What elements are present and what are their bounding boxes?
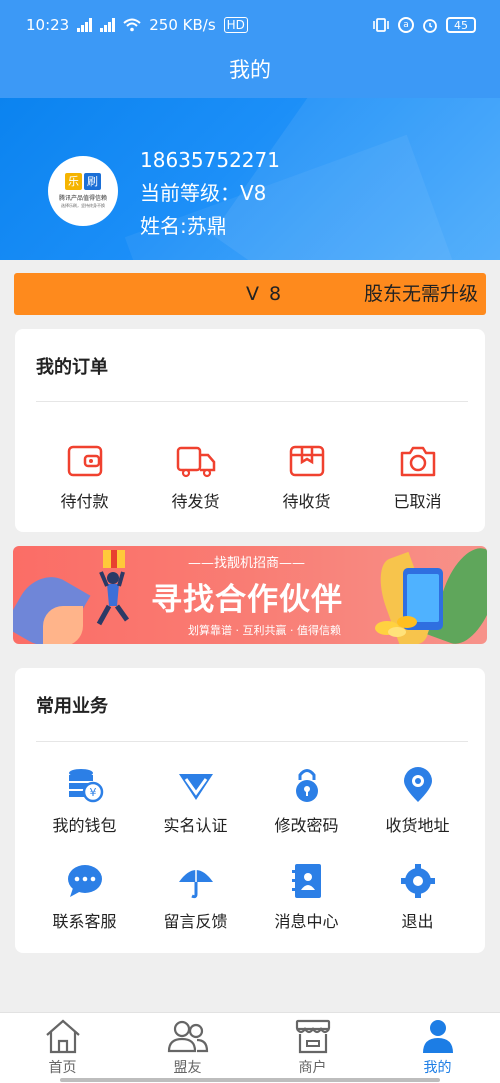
services-row-2: 联系客服 留言反馈 消息中心 退出 [15, 862, 485, 932]
decor-leaf [43, 606, 83, 644]
order-item-to-ship[interactable]: 待发货 [140, 442, 251, 512]
avatar-subline: 选择乐刷，坚持终身不换 [61, 203, 105, 208]
status-right: a 45 [372, 17, 476, 33]
services-title: 常用业务 [36, 696, 108, 717]
level-note: 股东无需升级 [363, 283, 478, 305]
nav-label: 盟友 [173, 1060, 202, 1076]
signal-icon-1 [77, 18, 93, 32]
divider [36, 741, 468, 742]
truck-icon [176, 446, 215, 478]
vibrate-icon [373, 18, 389, 32]
avatar[interactable]: 乐 刷 腾讯产品值得信赖 选择乐刷，坚持终身不换 [48, 156, 118, 226]
status-left: 10:23 250 KB/s HD [26, 16, 248, 34]
service-label: 收货地址 [385, 816, 450, 835]
promo-top-line: ——找靓机招商—— [188, 556, 306, 571]
profile-info: 18635752271 当前等级：V8 姓名:苏鼎 [140, 144, 280, 243]
page-title: 我的 [229, 58, 271, 82]
service-label: 留言反馈 [163, 912, 228, 931]
service-support[interactable]: 联系客服 [29, 862, 140, 932]
location-pin-icon [403, 767, 432, 802]
logo-char: 刷 [84, 173, 101, 190]
service-logout[interactable]: 退出 [362, 862, 473, 932]
user-level: 当前等级：V8 [140, 181, 267, 205]
store-icon [295, 1019, 330, 1054]
bottom-nav: 首页 盟友 商户 我的 [0, 1012, 500, 1083]
service-label: 退出 [401, 912, 434, 931]
order-label: 待收货 [282, 492, 331, 511]
phone-number: 18635752271 [140, 148, 280, 172]
nav-label: 我的 [423, 1060, 452, 1076]
nav-merchants[interactable]: 商户 [250, 1013, 375, 1083]
nav-label: 首页 [48, 1060, 77, 1076]
promo-banner[interactable]: ——找靓机招商—— 寻找合作伙伴 划算靠谱 · 互利共赢 · 值得信赖 [13, 546, 487, 644]
network-speed: 250 KB/s [149, 16, 216, 34]
battery-icon: 45 [446, 17, 476, 33]
signal-icon-2 [100, 18, 116, 32]
wallet-icon [67, 445, 102, 477]
chat-bubble-icon [67, 865, 102, 897]
level-value: V 8 [246, 283, 284, 305]
service-feedback[interactable]: 留言反馈 [140, 862, 251, 932]
service-label: 修改密码 [274, 816, 339, 835]
person-icon [422, 1020, 453, 1053]
order-item-to-receive[interactable]: 待收货 [251, 442, 362, 512]
service-label: 实名认证 [163, 816, 228, 835]
order-item-cancelled[interactable]: 已取消 [362, 442, 473, 512]
clock: 10:23 [26, 16, 70, 34]
package-icon [289, 445, 324, 477]
home-indicator[interactable] [60, 1078, 440, 1082]
orders-title: 我的订单 [36, 357, 108, 378]
nav-home[interactable]: 首页 [0, 1013, 125, 1083]
top-bar: 10:23 250 KB/s HD a 45 我的 [0, 0, 500, 98]
lock-rotation-icon: a [398, 17, 414, 33]
service-label: 联系客服 [52, 912, 117, 931]
avatar-tagline: 腾讯产品值得信赖 [58, 195, 107, 202]
svg-text:¥: ¥ [89, 786, 96, 799]
order-item-unpaid[interactable]: 待付款 [29, 442, 140, 512]
services-card: 常用业务 ¥ 我的钱包 实名认证 修改密码 收货地址 联系客服 留言反馈 消息中… [15, 668, 485, 953]
service-wallet[interactable]: ¥ 我的钱包 [29, 766, 140, 836]
service-label: 我的钱包 [52, 816, 117, 835]
status-bar: 10:23 250 KB/s HD a 45 [0, 0, 500, 50]
lock-icon [295, 769, 318, 802]
level-banner[interactable]: V 8 股东无需升级 [14, 273, 486, 315]
services-row-1: ¥ 我的钱包 实名认证 修改密码 收货地址 [15, 766, 485, 836]
nav-allies[interactable]: 盟友 [125, 1013, 250, 1083]
contact-book-icon [291, 864, 321, 898]
order-label: 已取消 [393, 492, 442, 511]
users-icon [167, 1020, 208, 1053]
umbrella-icon [178, 868, 213, 899]
nav-label: 商户 [298, 1060, 327, 1076]
promo-sub-line: 划算靠谱 · 互利共赢 · 值得信赖 [188, 624, 341, 637]
home-icon [45, 1019, 80, 1054]
service-password[interactable]: 修改密码 [251, 766, 362, 836]
wifi-icon [123, 18, 141, 32]
battery-level: 45 [454, 18, 468, 32]
service-verify[interactable]: 实名认证 [140, 766, 251, 836]
wallet-coins-icon: ¥ [68, 769, 103, 803]
brand-logo: 乐 刷 [65, 173, 101, 190]
orders-card: 我的订单 待付款 待发货 待收货 已取消 [15, 329, 485, 532]
alarm-icon [423, 19, 437, 33]
camera-icon [400, 446, 435, 477]
promo-headline: 寻找合作伙伴 [151, 582, 343, 618]
logo-char: 乐 [65, 173, 82, 190]
order-label: 待发货 [171, 492, 220, 511]
user-name: 姓名:苏鼎 [140, 214, 227, 238]
service-label: 消息中心 [274, 912, 339, 931]
service-messages[interactable]: 消息中心 [251, 862, 362, 932]
exit-gear-icon [400, 864, 435, 898]
hd-badge: HD [223, 17, 248, 33]
profile-header: 乐 刷 腾讯产品值得信赖 选择乐刷，坚持终身不换 18635752271 当前等… [0, 98, 500, 260]
running-man-illustration [96, 550, 130, 626]
service-address[interactable]: 收货地址 [362, 766, 473, 836]
order-label: 待付款 [60, 492, 109, 511]
nav-mine[interactable]: 我的 [375, 1013, 500, 1083]
diamond-v-icon [178, 774, 213, 800]
orders-grid: 待付款 待发货 待收货 已取消 [15, 442, 485, 512]
coins-illustration [375, 616, 417, 637]
divider [36, 401, 468, 402]
